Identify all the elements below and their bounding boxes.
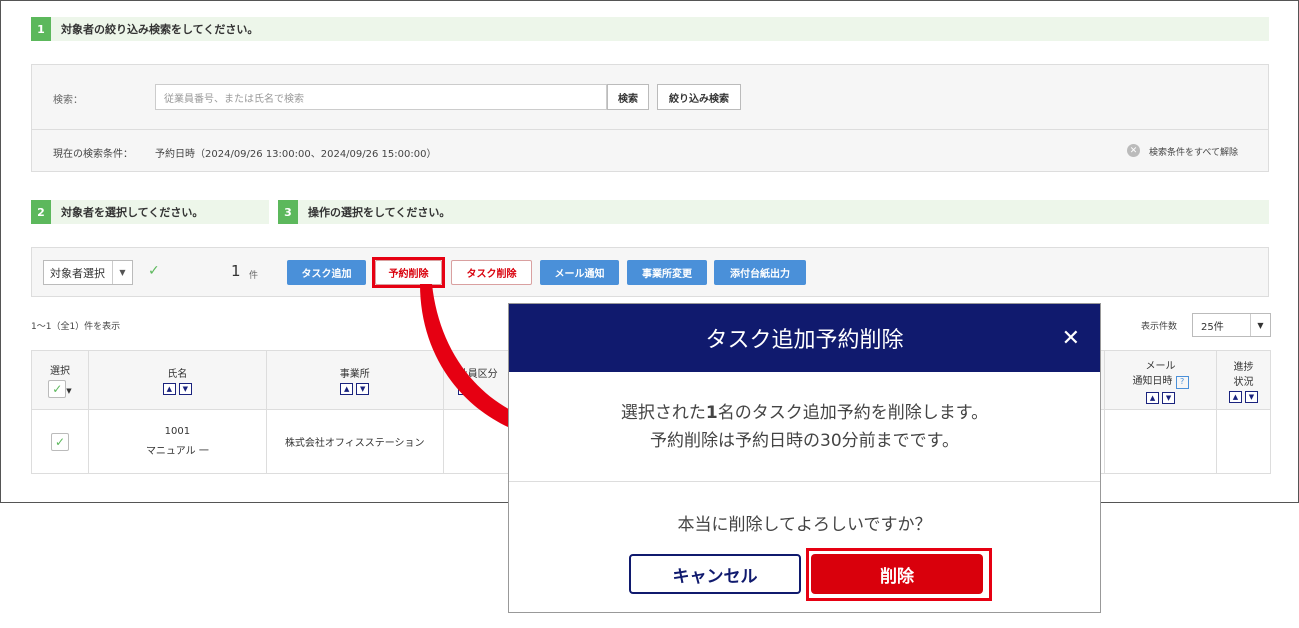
selected-count: 1 [231,262,241,280]
header-office-label: 事業所 [339,369,370,380]
row-employee-id: 1001 [164,426,191,437]
result-range: 1〜1（全1）件を表示 [31,322,121,332]
step1-title: 対象者の絞り込み検索をしてください。 [61,23,259,36]
modal-message: 選択された1名のタスク追加予約を削除します。 予約削除は予約日時の30分前までで… [509,372,1100,482]
header-progress: 進捗 状況 ▲ ▼ [1216,350,1271,410]
modal-question: 本当に削除してよろしいですか？ [677,515,932,535]
select-target-dropdown[interactable]: 対象者選択 ▼ [43,260,133,285]
search-placeholder: 従業員番号、または氏名で検索 [164,93,304,105]
help-icon[interactable]: ? [1175,375,1189,389]
step2-title: 対象者を選択してください。 [61,206,204,219]
per-page-select[interactable]: 25件 ▼ [1192,313,1271,337]
header-select-label: 選択 [49,366,70,377]
modal-line1-post: 名のタスク追加予約を削除します。 [717,402,989,423]
select-target-label: 対象者選択 [50,266,105,280]
condition-value: 予約日時（2024/09/26 13:00:00、2024/09/26 15:0… [155,149,437,160]
chevron-down-icon: ▼ [1250,314,1270,336]
modal-line1-count: 1 [705,402,718,423]
step1-header: 1 対象者の絞り込み検索をしてください。 [31,17,1269,41]
header-office: 事業所 ▲ ▼ [265,350,444,410]
delete-button[interactable]: 削除 [811,554,983,594]
sort-asc-icon[interactable]: ▲ [162,383,176,395]
step3-title: 操作の選択をしてください。 [308,206,451,219]
selected-count-unit: 件 [249,271,259,281]
header-mail-date-label: 通知日時 [1132,375,1173,387]
sort-asc-icon[interactable]: ▲ [1146,391,1160,404]
row-employee-name: マニュアル 一 [145,446,209,457]
header-mail-label: メール [1145,360,1176,372]
sort-asc-icon[interactable]: ▲ [1229,390,1242,403]
search-button[interactable]: 検索 [607,84,649,110]
step3-number: 3 [278,200,298,224]
row-name-cell: 1001 マニュアル 一 [87,409,267,474]
row-office: 株式会社オフィスステーション [265,409,444,474]
chevron-down-icon: ▼ [112,261,132,284]
add-task-button[interactable]: タスク追加 [287,260,366,285]
search-label: 検索： [53,95,83,106]
header-select: 選択 ✓ ▼ [31,350,89,410]
modal-line2: 予約削除は予約日時の30分前までです。 [650,430,959,451]
check-icon: ✓ [148,263,160,279]
sort-asc-icon[interactable]: ▲ [340,383,354,395]
step1-number: 1 [31,17,51,41]
step2-header: 2 対象者を選択してください。 [31,200,269,224]
sort-desc-icon[interactable]: ▼ [1245,390,1258,403]
per-page-value: 25件 [1201,321,1224,333]
header-mail-date: メール 通知日時 ? ▲ ▼ [1104,350,1217,410]
modal-title: タスク追加予約削除 [705,328,904,353]
row-mail-date [1104,409,1217,474]
header-name-label: 氏名 [167,369,188,380]
select-all-checkbox[interactable]: ✓ [48,380,67,398]
search-input[interactable]: 従業員番号、または氏名で検索 [155,84,607,110]
clear-conditions-link[interactable]: 検索条件をすべて解除 [1149,145,1238,158]
per-page-label: 表示件数 [1141,322,1178,332]
header-status-label: 状況 [1233,376,1254,388]
delete-reservation-modal: タスク追加予約削除 ✕ 選択された1名のタスク追加予約を削除します。 予約削除は… [508,303,1101,613]
modal-line1: 選択された1名のタスク追加予約を削除します。 [621,399,988,427]
modal-line1-pre: 選択された [620,402,706,423]
header-name: 氏名 ▲ ▼ [87,350,267,410]
clear-icon[interactable]: ✕ [1127,144,1140,157]
sort-desc-icon[interactable]: ▼ [356,383,370,395]
condition-label: 現在の検索条件： [53,149,133,160]
row-select-cell: ✓ [31,409,89,474]
header-progress-label: 進捗 [1233,361,1254,373]
sort-desc-icon[interactable]: ▼ [1162,391,1176,404]
row-progress [1216,409,1271,474]
row-checkbox[interactable]: ✓ [50,432,69,451]
step3-header: 3 操作の選択をしてください。 [278,200,1269,224]
chevron-down-icon[interactable]: ▼ [66,387,71,395]
sort-desc-icon[interactable]: ▼ [178,383,192,395]
output-attachment-button[interactable]: 添付台紙出力 [714,260,806,285]
close-icon[interactable]: ✕ [1062,326,1080,351]
step2-number: 2 [31,200,51,224]
filter-search-button[interactable]: 絞り込み検索 [657,84,741,110]
modal-header: タスク追加予約削除 ✕ [509,304,1100,372]
cancel-button[interactable]: キャンセル [629,554,801,594]
